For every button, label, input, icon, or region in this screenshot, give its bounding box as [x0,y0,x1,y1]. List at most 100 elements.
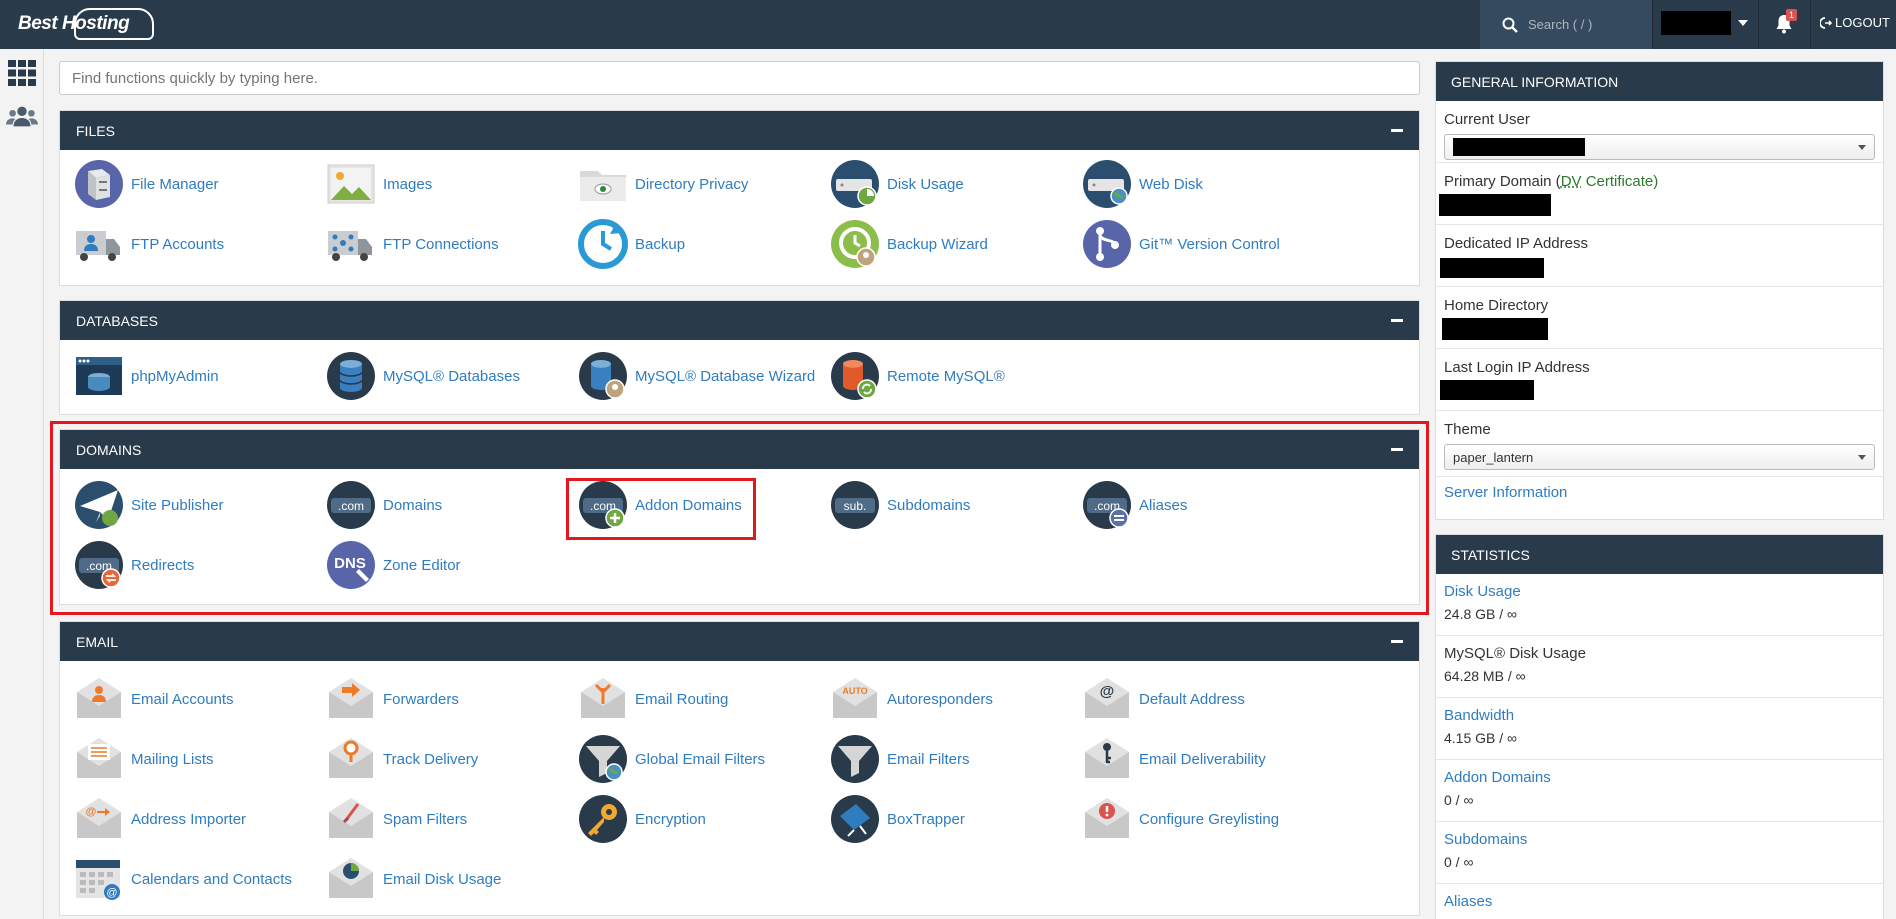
stat-value: 0 / ∞ [1444,792,1474,808]
address-importer-link[interactable]: @ Address Importer [74,793,246,845]
configure-greylisting-link[interactable]: Configure Greylisting [1082,793,1279,845]
quick-find-input[interactable] [59,61,1420,95]
autoresponders-link[interactable]: AUTO Autoresponders [830,673,993,725]
databases-panel-header[interactable]: DATABASES [60,301,1419,340]
logout-button[interactable]: LOGOUT [1820,15,1890,30]
collapse-icon[interactable] [1391,448,1403,451]
mailing-lists-icon [77,738,121,778]
dedicated-ip-value [1440,258,1544,278]
statistics-panel: STATISTICS Disk Usage 24.8 GB / ∞ MySQL®… [1435,534,1884,919]
aliases-icon: .com [1083,481,1131,529]
rail-tools[interactable] [6,57,38,89]
mysql-databases-link[interactable]: MySQL® Databases [326,350,520,402]
domains-link[interactable]: .com Domains [326,479,442,531]
encryption-link[interactable]: Encryption [578,793,706,845]
spam-filters-link[interactable]: Spam Filters [326,793,467,845]
images-link[interactable]: Images [326,158,432,210]
stat-disk-usage-link[interactable]: Disk Usage [1444,583,1875,600]
logout-label: LOGOUT [1835,15,1890,30]
brand-logo[interactable]: Best Hosting [14,6,154,42]
track-delivery-link[interactable]: Track Delivery [326,733,478,785]
dedicated-ip-row: Dedicated IP Address [1436,225,1883,287]
domains-panel-header[interactable]: DOMAINS [60,430,1419,469]
user-menu[interactable] [1661,11,1731,35]
zone-editor-link[interactable]: DNS Zone Editor [326,539,461,591]
collapse-icon[interactable] [1391,129,1403,132]
current-user-label: Current User [1444,111,1530,128]
user-menu-caret-icon[interactable] [1738,20,1748,26]
global-email-filters-link[interactable]: Global Email Filters [578,733,765,785]
last-login-value [1440,380,1534,400]
item-label: Calendars and Contacts [131,870,292,888]
stat-subdomains-link[interactable]: Subdomains [1444,831,1875,848]
item-label: Aliases [1139,496,1188,514]
item-label: Email Accounts [131,690,234,708]
autoresponders-icon: AUTO [833,678,877,718]
remote-mysql-link[interactable]: Remote MySQL® [830,350,1005,402]
item-label: Zone Editor [383,556,461,574]
mailing-lists-link[interactable]: Mailing Lists [74,733,214,785]
item-label: Configure Greylisting [1139,810,1280,828]
track-delivery-icon [329,738,373,778]
backup-wizard-icon [831,220,879,268]
disk-usage-link[interactable]: Disk Usage [830,158,964,210]
header-search[interactable] [1480,0,1652,49]
git-version-control-link[interactable]: Git™ Version Control [1082,218,1280,270]
calendars-contacts-icon: @ [76,860,120,900]
item-label: Global Email Filters [635,750,766,768]
rail-users[interactable] [6,101,38,133]
backup-wizard-link[interactable]: Backup Wizard [830,218,988,270]
svg-text:@: @ [106,887,117,899]
redirects-link[interactable]: .com Redirects [74,539,194,591]
email-accounts-icon [77,678,121,718]
databases-panel: DATABASES phpMyAdmin MySQL® Databases My… [59,300,1420,415]
header-search-input[interactable] [1528,17,1648,32]
email-disk-usage-link[interactable]: Email Disk Usage [326,853,501,905]
web-disk-link[interactable]: Web Disk [1082,158,1203,210]
boxtrapper-link[interactable]: BoxTrapper [830,793,965,845]
primary-domain-row: Primary Domain (DV Certificate) [1436,163,1883,225]
site-publisher-link[interactable]: Site Publisher [74,479,224,531]
item-label: Spam Filters [383,810,468,828]
stat-row: Subdomains 0 / ∞ [1436,822,1883,884]
aliases-link[interactable]: .com Aliases [1082,479,1187,531]
item-label: Directory Privacy [635,175,749,193]
current-user-select[interactable] [1444,134,1875,160]
subdomains-link[interactable]: sub. Subdomains [830,479,970,531]
collapse-icon[interactable] [1391,640,1403,643]
ftp-accounts-link[interactable]: FTP Accounts [74,218,224,270]
mysql-database-wizard-link[interactable]: MySQL® Database Wizard [578,350,815,402]
stat-row: Bandwidth 4.15 GB / ∞ [1436,698,1883,760]
server-information-link[interactable]: Server Information [1444,484,1567,501]
file-manager-link[interactable]: File Manager [74,158,219,210]
files-panel-header[interactable]: FILES [60,111,1419,150]
email-accounts-link[interactable]: Email Accounts [74,673,234,725]
stat-addon-domains-link[interactable]: Addon Domains [1444,769,1875,786]
item-label: Email Disk Usage [383,870,502,888]
email-filters-link[interactable]: Email Filters [830,733,970,785]
email-panel-header[interactable]: EMAIL [60,622,1419,661]
theme-select[interactable]: paper_lantern [1444,444,1875,470]
stat-aliases-link[interactable]: Aliases [1444,893,1875,910]
directory-privacy-link[interactable]: Directory Privacy [578,158,748,210]
default-address-link[interactable]: @ Default Address [1082,673,1245,725]
phpmyadmin-link[interactable]: phpMyAdmin [74,350,219,402]
addon-domains-icon: .com [579,481,627,529]
item-label: Remote MySQL® [887,367,1005,385]
addon-domains-link[interactable]: .com Addon Domains [578,479,742,531]
web-disk-icon [1083,160,1131,208]
stat-row: MySQL® Disk Usage 64.28 MB / ∞ [1436,636,1883,698]
last-login-label: Last Login IP Address [1444,359,1590,376]
theme-value: paper_lantern [1453,449,1534,465]
item-label: FTP Connections [383,235,499,253]
email-routing-link[interactable]: Email Routing [578,673,728,725]
calendars-contacts-link[interactable]: @ Calendars and Contacts [74,853,292,905]
stat-bandwidth-link[interactable]: Bandwidth [1444,707,1875,724]
collapse-icon[interactable] [1391,319,1403,322]
dv-certificate-link[interactable]: DV [1561,173,1582,190]
backup-link[interactable]: Backup [578,218,685,270]
email-deliverability-link[interactable]: Email Deliverability [1082,733,1266,785]
ftp-connections-link[interactable]: FTP Connections [326,218,499,270]
forwarders-link[interactable]: Forwarders [326,673,459,725]
disk-usage-icon [831,160,879,208]
